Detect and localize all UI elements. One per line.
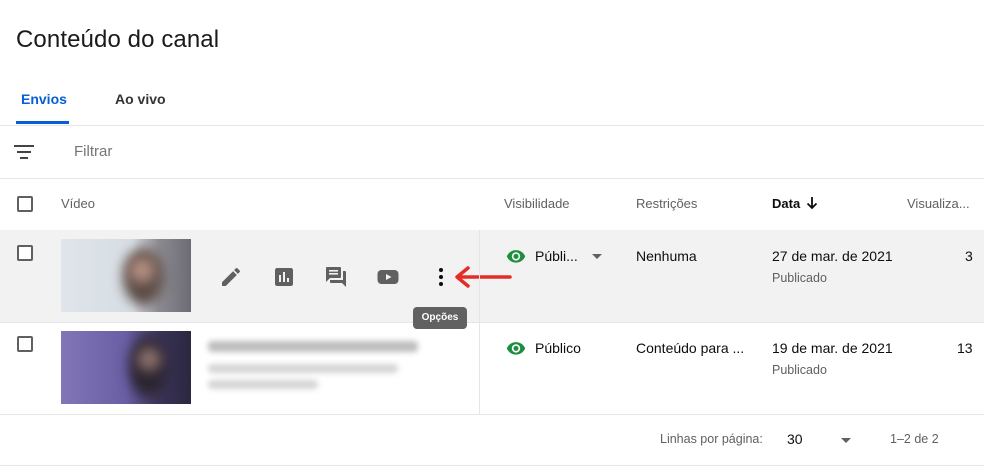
pagination-bar: Linhas por página: 30 1–2 de 2 bbox=[0, 415, 984, 466]
page-title: Conteúdo do canal bbox=[16, 26, 220, 53]
red-arrow-annotation-icon bbox=[455, 266, 512, 288]
row-checkbox[interactable] bbox=[17, 245, 33, 261]
date-status: Publicado bbox=[772, 271, 827, 285]
visibility-value[interactable]: Públi... bbox=[535, 248, 578, 264]
blurred-video-description bbox=[208, 380, 318, 389]
filter-icon[interactable] bbox=[14, 142, 36, 162]
column-divider bbox=[479, 230, 480, 414]
pagination-range: 1–2 de 2 bbox=[890, 432, 939, 446]
row-checkbox[interactable] bbox=[17, 336, 33, 352]
column-header-date[interactable]: Data bbox=[772, 196, 800, 211]
views-value: 3 bbox=[965, 248, 973, 264]
sort-down-arrow-icon[interactable] bbox=[806, 196, 818, 210]
analytics-icon[interactable] bbox=[272, 265, 296, 289]
column-header-visibility[interactable]: Visibilidade bbox=[504, 196, 570, 211]
rows-per-page-select[interactable]: 30 bbox=[787, 431, 803, 447]
date-value: 19 de mar. de 2021 bbox=[772, 340, 893, 356]
rows-per-page-label: Linhas por página: bbox=[660, 432, 763, 446]
column-header-restrictions[interactable]: Restrições bbox=[636, 196, 697, 211]
blurred-video-description bbox=[208, 364, 398, 373]
pencil-icon[interactable] bbox=[219, 265, 243, 289]
views-value: 13 bbox=[957, 340, 973, 356]
comments-icon[interactable] bbox=[324, 265, 348, 289]
tab-envios[interactable]: Envios bbox=[21, 91, 67, 107]
visibility-dropdown-icon[interactable] bbox=[592, 254, 602, 259]
table-header: Vídeo Visibilidade Restrições Data Visua… bbox=[0, 179, 984, 231]
youtube-icon[interactable] bbox=[376, 265, 400, 289]
visibility-eye-icon bbox=[506, 250, 526, 263]
blurred-video-title bbox=[208, 341, 418, 352]
select-all-checkbox[interactable] bbox=[17, 196, 33, 212]
video-thumbnail[interactable] bbox=[61, 239, 191, 312]
date-status: Publicado bbox=[772, 363, 827, 377]
date-value: 27 de mar. de 2021 bbox=[772, 248, 893, 264]
rows-per-page-dropdown-icon[interactable] bbox=[841, 438, 851, 443]
filter-input[interactable]: Filtrar bbox=[74, 143, 112, 160]
restrictions-value[interactable]: Conteúdo para ... bbox=[636, 340, 744, 356]
tab-ao-vivo[interactable]: Ao vivo bbox=[115, 91, 166, 107]
visibility-value[interactable]: Público bbox=[535, 340, 581, 356]
visibility-eye-icon bbox=[506, 342, 526, 355]
video-thumbnail[interactable] bbox=[61, 331, 191, 404]
tab-bar: Envios Ao vivo bbox=[0, 80, 984, 126]
restrictions-value: Nenhuma bbox=[636, 248, 697, 264]
column-header-video: Vídeo bbox=[61, 196, 95, 211]
active-tab-indicator bbox=[16, 121, 69, 124]
more-vert-icon[interactable] bbox=[429, 265, 453, 289]
filter-bar: Filtrar bbox=[0, 126, 984, 179]
channel-content-page: Conteúdo do canal Envios Ao vivo Filtrar… bbox=[0, 0, 984, 470]
column-header-views[interactable]: Visualiza... bbox=[907, 196, 970, 211]
